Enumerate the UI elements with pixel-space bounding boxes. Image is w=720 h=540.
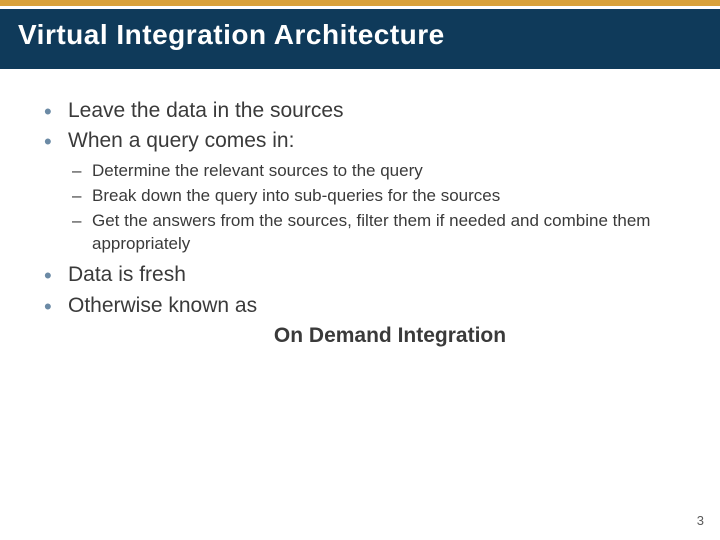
list-item: Data is fresh — [40, 261, 680, 289]
bullet-text: Leave the data in the sources — [68, 99, 344, 122]
content-area: Leave the data in the sources When a que… — [0, 69, 720, 348]
bullet-list: Leave the data in the sources When a que… — [40, 97, 680, 320]
list-item: Otherwise known as — [40, 292, 680, 320]
bullet-text: When a query comes in: — [68, 129, 294, 152]
page-number: 3 — [697, 513, 704, 528]
sub-bullet-list: Determine the relevant sources to the qu… — [68, 160, 680, 256]
bullet-text: Otherwise known as — [68, 294, 257, 317]
list-item: Get the answers from the sources, filter… — [68, 210, 680, 256]
title-band: Virtual Integration Architecture — [0, 6, 720, 69]
slide-title: Virtual Integration Architecture — [0, 9, 720, 69]
list-item: Leave the data in the sources — [40, 97, 680, 125]
bullet-text: Get the answers from the sources, filter… — [92, 211, 650, 253]
list-item: Determine the relevant sources to the qu… — [68, 160, 680, 183]
bullet-text: Break down the query into sub-queries fo… — [92, 186, 500, 205]
bullet-text: Determine the relevant sources to the qu… — [92, 161, 423, 180]
slide: Virtual Integration Architecture Leave t… — [0, 0, 720, 540]
emphasis-text: On Demand Integration — [40, 324, 680, 348]
list-item: Break down the query into sub-queries fo… — [68, 185, 680, 208]
bullet-text: Data is fresh — [68, 263, 186, 286]
list-item: When a query comes in: Determine the rel… — [40, 127, 680, 255]
